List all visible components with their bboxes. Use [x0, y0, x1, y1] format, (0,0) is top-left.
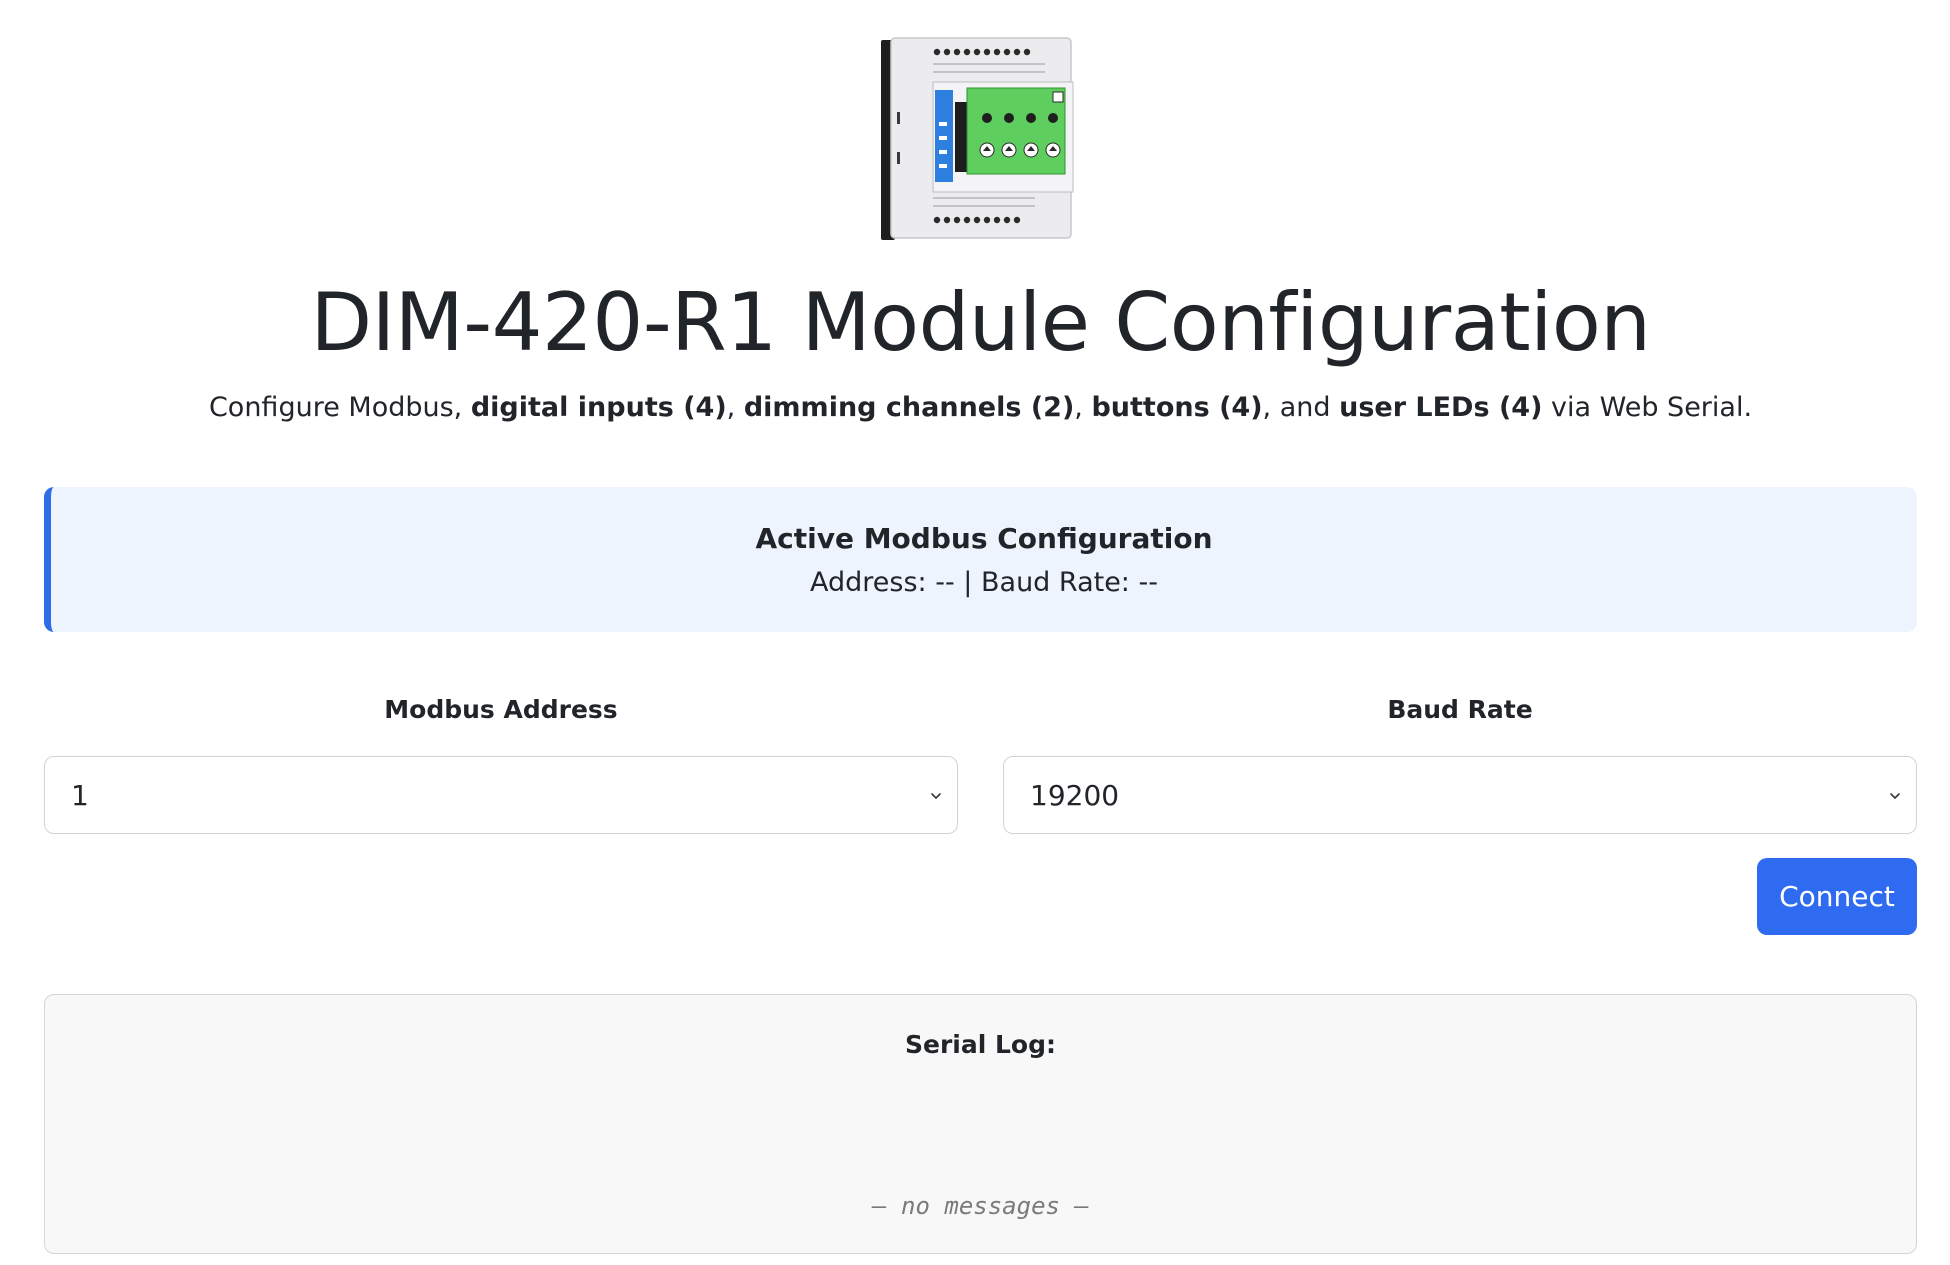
page-subtitle: Configure Modbus, digital inputs (4), di…	[44, 388, 1917, 428]
serial-log-empty-message: — no messages —	[872, 1192, 1089, 1220]
baud-value: --	[1138, 567, 1159, 598]
connect-button[interactable]: Connect	[1757, 858, 1917, 935]
subtitle-text: Configure Modbus,	[208, 392, 471, 423]
subtitle-dimming-channels: dimming channels (2)	[743, 392, 1075, 423]
subtitle-user-leds: user LEDs (4)	[1339, 392, 1543, 423]
status-separator: |	[963, 567, 973, 598]
baud-label: Baud Rate:	[981, 567, 1130, 598]
subtitle-text: , and	[1262, 392, 1340, 423]
baud-rate-select[interactable]: 19200	[1003, 756, 1917, 834]
chevron-down-icon	[931, 793, 941, 799]
baud-rate-field: Baud Rate 19200	[1003, 690, 1917, 834]
baud-rate-label: Baud Rate	[1387, 695, 1533, 724]
page-container: DIM-420-R1 Module Configuration Configur…	[44, 0, 1917, 1265]
modbus-address-value: 1	[71, 779, 89, 812]
subtitle-text: ,	[1074, 392, 1092, 423]
subtitle-text: ,	[726, 392, 744, 423]
modbus-address-field: Modbus Address 1	[44, 690, 958, 834]
modbus-address-label: Modbus Address	[384, 695, 618, 724]
active-config-title: Active Modbus Configuration	[755, 522, 1213, 555]
subtitle-digital-inputs: digital inputs (4)	[470, 392, 727, 423]
module-illustration	[880, 37, 1073, 240]
subtitle-text: via Web Serial.	[1542, 392, 1753, 423]
serial-log-panel[interactable]: Serial Log: — no messages —	[44, 994, 1917, 1254]
address-value: --	[935, 567, 955, 598]
baud-rate-value: 19200	[1030, 779, 1120, 812]
chevron-down-icon	[1890, 793, 1900, 799]
device-image	[44, 32, 1917, 244]
modbus-address-select[interactable]: 1	[44, 756, 958, 834]
address-label: Address:	[809, 567, 927, 598]
serial-log-title: Serial Log:	[904, 1030, 1056, 1059]
subtitle-buttons: buttons (4)	[1091, 392, 1263, 423]
page-title: DIM-420-R1 Module Configuration	[310, 276, 1651, 369]
active-config-panel: Active Modbus Configuration Address: -- …	[44, 487, 1917, 632]
active-config-status: Address: -- | Baud Rate: --	[51, 563, 1917, 603]
